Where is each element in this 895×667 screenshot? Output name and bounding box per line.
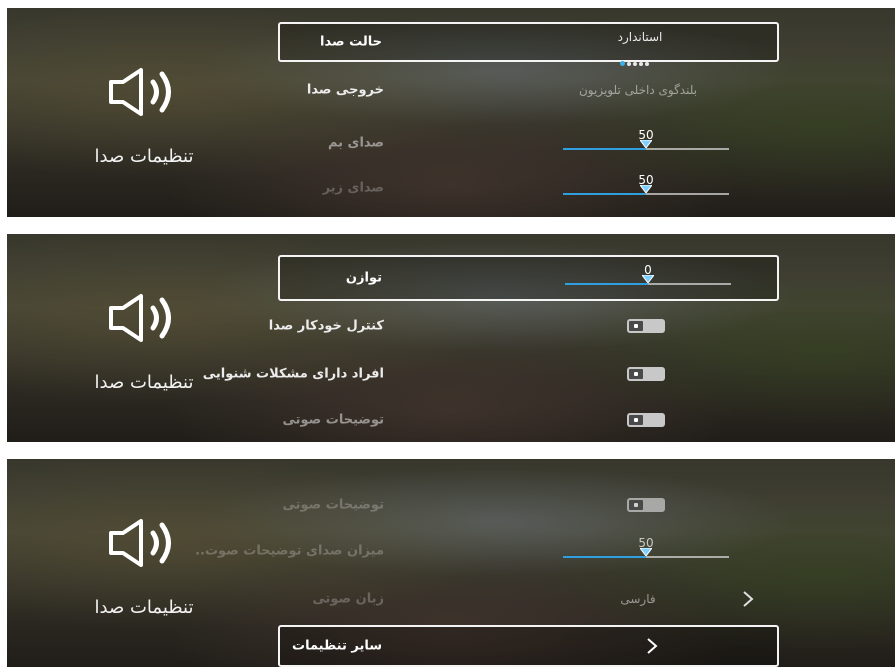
menu-item-sound-output[interactable]: خروجی صدا بلندگوی داخلی تلویزیون [278,70,779,110]
sound-mode-label: حالت صدا [320,34,382,50]
other-settings-label: سایر تنظیمات [292,638,382,654]
menu-item-bass[interactable]: صدای بم 50 [278,123,779,163]
menu-item-sound-mode[interactable]: حالت صدا استاندارد [278,22,779,66]
sound-settings-panel-1: تنظیمات صدا حالت صدا استاندارد خروجی صدا… [7,8,895,217]
page-title: تنظیمات صدا [94,597,194,618]
slider-fill [563,193,646,195]
auto-volume-label: کنترل خودکار صدا [268,318,384,334]
audio-description-label: توضیحات صوتی [282,497,385,513]
treble-slider[interactable]: 50 [563,173,729,203]
slider-fill [563,148,646,150]
menu-item-balance[interactable]: توازن 0 [278,255,779,301]
menu-item-audio-description[interactable]: توضیحات صوتی [278,400,779,440]
slider-thumb[interactable] [640,185,652,193]
audio-description-toggle[interactable] [627,413,665,427]
hearing-impaired-label: افراد دارای مشکلات شنوایی [202,366,384,382]
menu-item-treble[interactable]: صدای زیر 50 [278,168,779,208]
audio-description-toggle[interactable] [627,498,665,512]
menu-item-hearing-impaired[interactable]: افراد دارای مشکلات شنوایی [203,354,779,394]
sound-output-value: بلندگوی داخلی تلویزیون [578,83,698,97]
page-indicator [620,51,651,66]
menu-item-ad-volume[interactable]: میزان صدای توضیحات صوت.. 50 [195,531,779,571]
slider-thumb[interactable] [640,548,652,556]
speaker-volume-icon [107,517,177,569]
balance-label: توازن [345,270,382,286]
ad-volume-slider[interactable]: 50 [563,536,729,566]
speaker-volume-icon [107,66,177,118]
hearing-impaired-toggle[interactable] [627,367,665,381]
menu-item-other-settings[interactable]: سایر تنظیمات [278,625,779,667]
sound-settings-panel-3: تنظیمات صدا توضیحات صوتی میزان صدای توضی… [7,459,895,667]
page-title: تنظیمات صدا [94,372,194,393]
auto-volume-toggle[interactable] [627,319,665,333]
audio-language-label: زبان صوتی [312,591,384,607]
slider-fill [563,556,646,558]
sound-settings-panel-2: تنظیمات صدا توازن 0 کنترل خودکار صدا افر… [7,234,895,442]
menu-item-auto-volume[interactable]: کنترل خودکار صدا [269,306,779,346]
slider-thumb[interactable] [640,140,652,148]
audio-language-value: فارسی [620,592,656,606]
menu-item-audio-description[interactable]: توضیحات صوتی [278,485,779,525]
sound-mode-value: استاندارد [617,30,663,44]
slider-thumb[interactable] [642,275,654,283]
ad-volume-label: میزان صدای توضیحات صوت.. [195,543,384,559]
chevron-right-icon[interactable] [645,636,659,656]
chevron-right-icon[interactable] [741,589,755,609]
treble-label: صدای زیر [322,180,384,196]
speaker-volume-icon [107,292,177,344]
audio-description-label: توضیحات صوتی [282,412,385,428]
bass-label: صدای بم [327,135,384,151]
page-title: تنظیمات صدا [94,146,194,167]
balance-slider[interactable]: 0 [565,263,731,293]
slider-fill [565,283,648,285]
sound-output-label: خروجی صدا [306,82,384,98]
menu-item-audio-language[interactable]: زبان صوتی فارسی [278,579,779,619]
bass-slider[interactable]: 50 [563,128,729,158]
